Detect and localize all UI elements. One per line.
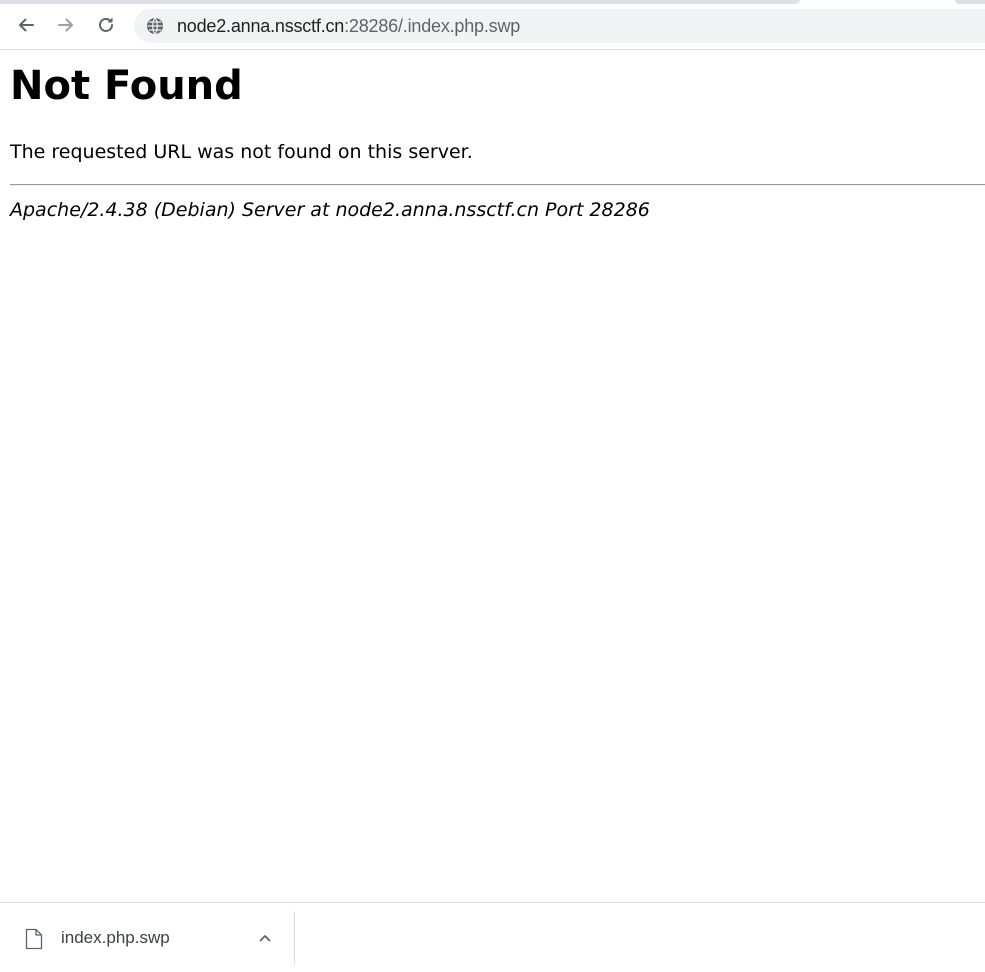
back-button[interactable] (11, 10, 41, 40)
horizontal-rule (10, 184, 985, 186)
error-message: The requested URL was not found on this … (10, 141, 473, 163)
url-host: node2.anna.nssctf.cn (177, 16, 345, 36)
download-item[interactable]: index.php.swp (0, 911, 294, 965)
url-path: :28286/.index.php.swp (344, 16, 521, 36)
file-icon (25, 928, 43, 950)
address-bar[interactable]: node2.anna.nssctf.cn:28286/.index.php.sw… (134, 9, 985, 43)
url-text[interactable]: node2.anna.nssctf.cn:28286/.index.php.sw… (177, 16, 520, 36)
arrow-left-icon (19, 18, 34, 32)
browser-toolbar: node2.anna.nssctf.cn:28286/.index.php.sw… (0, 0, 985, 50)
download-filename: index.php.swp (61, 928, 170, 947)
reload-button[interactable] (91, 10, 121, 40)
download-options-button[interactable] (250, 923, 280, 953)
globe-icon[interactable] (146, 17, 164, 35)
chevron-up-icon (259, 935, 271, 942)
tab-strip-edge (0, 0, 800, 4)
server-signature: Apache/2.4.38 (Debian) Server at node2.a… (10, 199, 650, 221)
arrow-right-icon (58, 18, 73, 32)
reload-icon (99, 17, 113, 32)
browser-window: node2.anna.nssctf.cn:28286/.index.php.sw… (0, 0, 985, 972)
shelf-divider (294, 911, 295, 965)
page-title: Not Found (10, 63, 243, 109)
page-content: Not Found The requested URL was not foun… (0, 50, 985, 902)
tab-strip-edge-right (955, 0, 985, 4)
forward-button[interactable] (51, 10, 81, 40)
download-shelf: index.php.swp (0, 902, 985, 972)
